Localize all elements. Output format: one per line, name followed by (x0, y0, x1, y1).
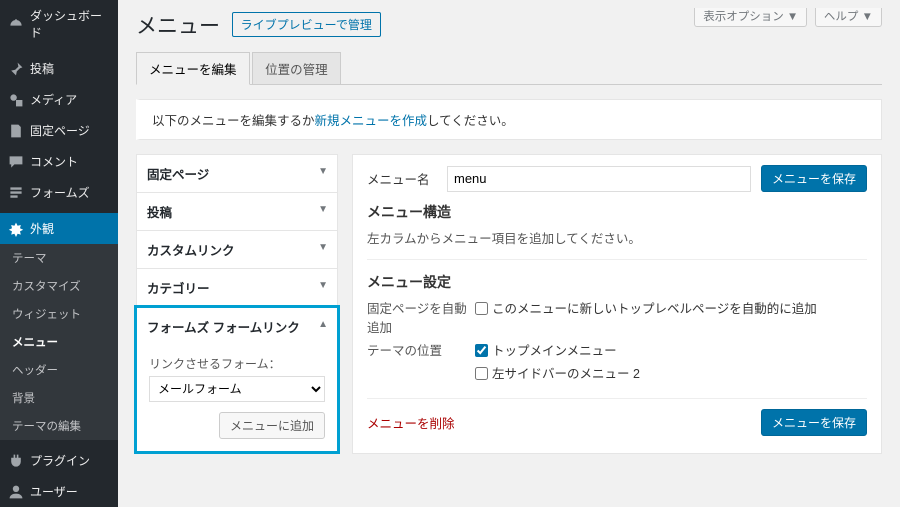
location-top-main-checkbox[interactable] (475, 344, 488, 357)
chevron-down-icon: ▼ (318, 242, 328, 253)
chevron-down-icon: ▼ (318, 204, 328, 215)
admin-sidebar: ダッシュボード 投稿 メディア 固定ページ コメント フォームズ 外観 テーマ … (0, 0, 118, 507)
sidebar-label: フォームズ (30, 184, 90, 201)
accordion-forms-header[interactable]: フォームズ フォームリンク▲ (137, 308, 337, 345)
accordion-pages[interactable]: 固定ページ▼ (137, 155, 337, 192)
sidebar-item-appearance[interactable]: 外観 (0, 213, 118, 244)
appearance-icon (8, 221, 24, 237)
sidebar-sub-editor[interactable]: テーマの編集 (0, 412, 118, 440)
sidebar-item-forms[interactable]: フォームズ (0, 177, 118, 208)
sidebar-item-media[interactable]: メディア (0, 84, 118, 115)
sidebar-sub-header[interactable]: ヘッダー (0, 356, 118, 384)
accordion-categories[interactable]: カテゴリー▼ (137, 269, 337, 306)
save-menu-button-bottom[interactable]: メニューを保存 (761, 409, 867, 436)
accordion-posts[interactable]: 投稿▼ (137, 193, 337, 230)
nav-tabs: メニューを編集 位置の管理 (136, 52, 882, 85)
theme-location-label: テーマの位置 (367, 340, 475, 386)
page-title: メニュー (136, 10, 220, 40)
live-preview-button[interactable]: ライブプレビューで管理 (232, 12, 381, 37)
chevron-down-icon: ▼ (318, 280, 328, 291)
screen-meta: 表示オプション ▼ ヘルプ ▼ (690, 8, 882, 24)
sidebar-label: プラグイン (30, 452, 90, 469)
media-icon (8, 92, 24, 108)
sidebar-label: ダッシュボード (30, 7, 110, 41)
sidebar-sub-widgets[interactable]: ウィジェット (0, 300, 118, 328)
auto-add-label: 固定ページを自動追加 (367, 298, 475, 336)
menu-name-input[interactable] (447, 166, 751, 192)
tab-manage-locations[interactable]: 位置の管理 (252, 52, 341, 84)
location-top-main[interactable]: トップメインメニュー (475, 340, 867, 359)
menu-select-notice: 以下のメニューを編集するか新規メニューを作成してください。 (136, 99, 882, 140)
chevron-up-icon: ▲ (318, 319, 328, 330)
plugin-icon (8, 453, 24, 469)
sidebar-item-plugins[interactable]: プラグイン (0, 445, 118, 476)
add-to-menu-button[interactable]: メニューに追加 (219, 412, 325, 439)
form-select-label: リンクさせるフォーム： (149, 355, 325, 372)
sidebar-label: コメント (30, 153, 78, 170)
menu-name-label: メニュー名 (367, 169, 437, 188)
accordion-forms-formlink: フォームズ フォームリンク▲ リンクさせるフォーム： メールフォーム メニューに… (134, 305, 340, 454)
chevron-down-icon: ▼ (318, 166, 328, 177)
menu-editor: メニュー名 メニューを保存 メニュー構造 左カラムからメニュー項目を追加してくだ… (352, 154, 882, 454)
menu-structure-desc: 左カラムからメニュー項目を追加してください。 (367, 228, 867, 247)
delete-menu-link[interactable]: メニューを削除 (367, 413, 455, 432)
sidebar-sub-themes[interactable]: テーマ (0, 244, 118, 272)
auto-add-option[interactable]: このメニューに新しいトップレベルページを自動的に追加 (475, 298, 867, 317)
sidebar-sub-customize[interactable]: カスタマイズ (0, 272, 118, 300)
save-menu-button-top[interactable]: メニューを保存 (761, 165, 867, 192)
form-select[interactable]: メールフォーム (149, 376, 325, 402)
sidebar-item-users[interactable]: ユーザー (0, 476, 118, 507)
sidebar-label: ユーザー (30, 483, 78, 500)
create-new-menu-link[interactable]: 新規メニューを作成 (315, 114, 428, 128)
sidebar-sub-background[interactable]: 背景 (0, 384, 118, 412)
location-left-sidebar-checkbox[interactable] (475, 367, 488, 380)
comment-icon (8, 154, 24, 170)
menu-structure-heading: メニュー構造 (367, 202, 867, 222)
forms-icon (8, 185, 24, 201)
dashboard-icon (8, 16, 24, 32)
location-left-sidebar[interactable]: 左サイドバーのメニュー 2 (475, 363, 867, 382)
sidebar-label: 投稿 (30, 60, 54, 77)
sidebar-label: 外観 (30, 220, 54, 237)
help-button[interactable]: ヘルプ ▼ (815, 8, 882, 27)
sidebar-sub-menus[interactable]: メニュー (0, 328, 118, 356)
accordion-custom-links[interactable]: カスタムリンク▼ (137, 231, 337, 268)
sidebar-item-dashboard[interactable]: ダッシュボード (0, 0, 118, 48)
page-icon (8, 123, 24, 139)
user-icon (8, 484, 24, 500)
sidebar-item-pages[interactable]: 固定ページ (0, 115, 118, 146)
sidebar-item-posts[interactable]: 投稿 (0, 53, 118, 84)
menu-items-column: 固定ページ▼ 投稿▼ カスタムリンク▼ カテゴリー▼ フォームズ フォームリンク… (136, 154, 338, 454)
tab-edit-menus[interactable]: メニューを編集 (136, 52, 250, 85)
auto-add-checkbox[interactable] (475, 302, 488, 315)
pin-icon (8, 61, 24, 77)
menu-settings-heading: メニュー設定 (367, 259, 867, 292)
screen-options-button[interactable]: 表示オプション ▼ (694, 8, 807, 27)
sidebar-label: メディア (30, 91, 77, 108)
sidebar-item-comments[interactable]: コメント (0, 146, 118, 177)
sidebar-label: 固定ページ (30, 122, 90, 139)
